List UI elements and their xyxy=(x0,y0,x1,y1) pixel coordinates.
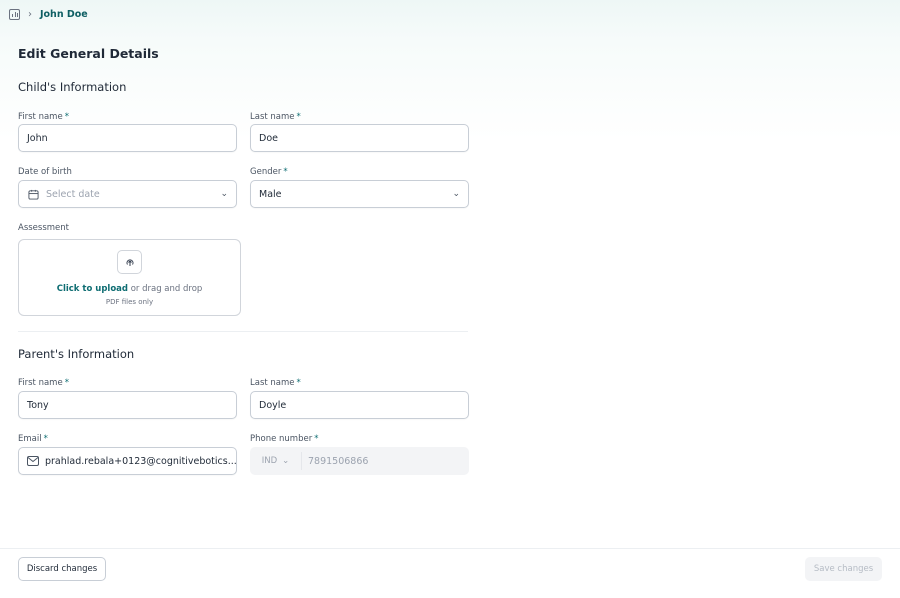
dob-label: Date of birth xyxy=(18,167,72,177)
discard-changes-button[interactable]: Discard changes xyxy=(18,557,106,581)
upload-cloud-icon[interactable] xyxy=(117,250,142,274)
chevron-right-icon: › xyxy=(28,8,32,20)
footer-divider xyxy=(0,548,900,549)
parent-last-name-input[interactable]: Doyle xyxy=(250,391,469,419)
page-title: Edit General Details xyxy=(18,46,159,61)
email-field[interactable]: prahlad.rebala+0123@cognitivebotics... xyxy=(18,447,237,475)
chart-bar-icon[interactable] xyxy=(9,8,20,20)
child-first-name-label: First name * xyxy=(18,112,69,122)
child-last-name-input[interactable]: Doe xyxy=(250,124,469,152)
upload-note: PDF files only xyxy=(105,298,154,306)
child-section-title: Child's Information xyxy=(18,80,127,94)
assessment-upload-dropzone[interactable]: Click to upload or drag and drop PDF fil… xyxy=(18,239,241,316)
phone-label: Phone number * xyxy=(250,434,319,444)
click-to-upload-link[interactable]: Click to upload xyxy=(57,284,128,294)
parent-last-name-label: Last name * xyxy=(250,378,301,388)
chevron-down-icon: ⌄ xyxy=(452,189,460,199)
phone-number-value: 7891506866 xyxy=(308,455,369,467)
mail-icon xyxy=(27,455,39,468)
dob-picker[interactable]: Select date ⌄ xyxy=(18,180,237,208)
breadcrumb-current: John Doe xyxy=(40,8,88,20)
country-code-select: IND ⌄ xyxy=(250,452,302,470)
parent-first-name-label: First name * xyxy=(18,378,69,388)
calendar-icon xyxy=(27,188,40,201)
parent-first-name-input[interactable]: Tony xyxy=(18,391,237,419)
phone-field: IND ⌄ 7891506866 xyxy=(250,447,469,475)
assessment-label: Assessment xyxy=(18,223,69,233)
child-last-name-label: Last name * xyxy=(250,112,301,122)
section-divider xyxy=(18,331,468,332)
upload-hint: or drag and drop xyxy=(128,284,203,294)
child-first-name-input[interactable]: John xyxy=(18,124,237,152)
chevron-down-icon: ⌄ xyxy=(220,189,228,199)
breadcrumb: › John Doe xyxy=(9,6,88,22)
gender-label: Gender * xyxy=(250,167,288,177)
gender-select[interactable]: Male ⌄ xyxy=(250,180,469,208)
email-label: Email * xyxy=(18,434,48,444)
chevron-down-icon: ⌄ xyxy=(282,456,290,466)
save-changes-button[interactable]: Save changes xyxy=(805,557,882,581)
parent-section-title: Parent's Information xyxy=(18,347,135,361)
